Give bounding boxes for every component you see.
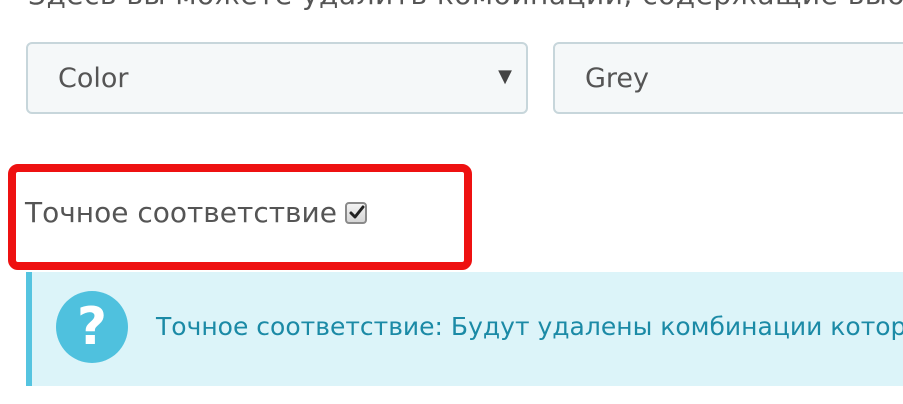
- info-alert: ? Точное соответствие: Будут удалены ком…: [26, 272, 903, 386]
- question-circle-icon: ?: [56, 291, 128, 363]
- info-alert-text: Точное соответствие: Будут удалены комби…: [156, 312, 903, 341]
- exact-match-checkbox[interactable]: [344, 201, 367, 224]
- attribute-select-value: Color: [58, 62, 129, 94]
- attribute-select[interactable]: Color ▼: [26, 42, 528, 114]
- exact-match-row: Точное соответствие: [25, 196, 367, 229]
- intro-text: Здесь вы можете удалить комбинации, соде…: [28, 0, 903, 11]
- attribute-value-select[interactable]: Grey: [553, 42, 903, 114]
- exact-match-label: Точное соответствие: [25, 196, 337, 229]
- page: Здесь вы можете удалить комбинации, соде…: [0, 0, 903, 404]
- attribute-value-text: Grey: [585, 62, 650, 94]
- dropdown-arrow-icon: ▼: [498, 66, 512, 87]
- checkmark-icon: [349, 205, 365, 218]
